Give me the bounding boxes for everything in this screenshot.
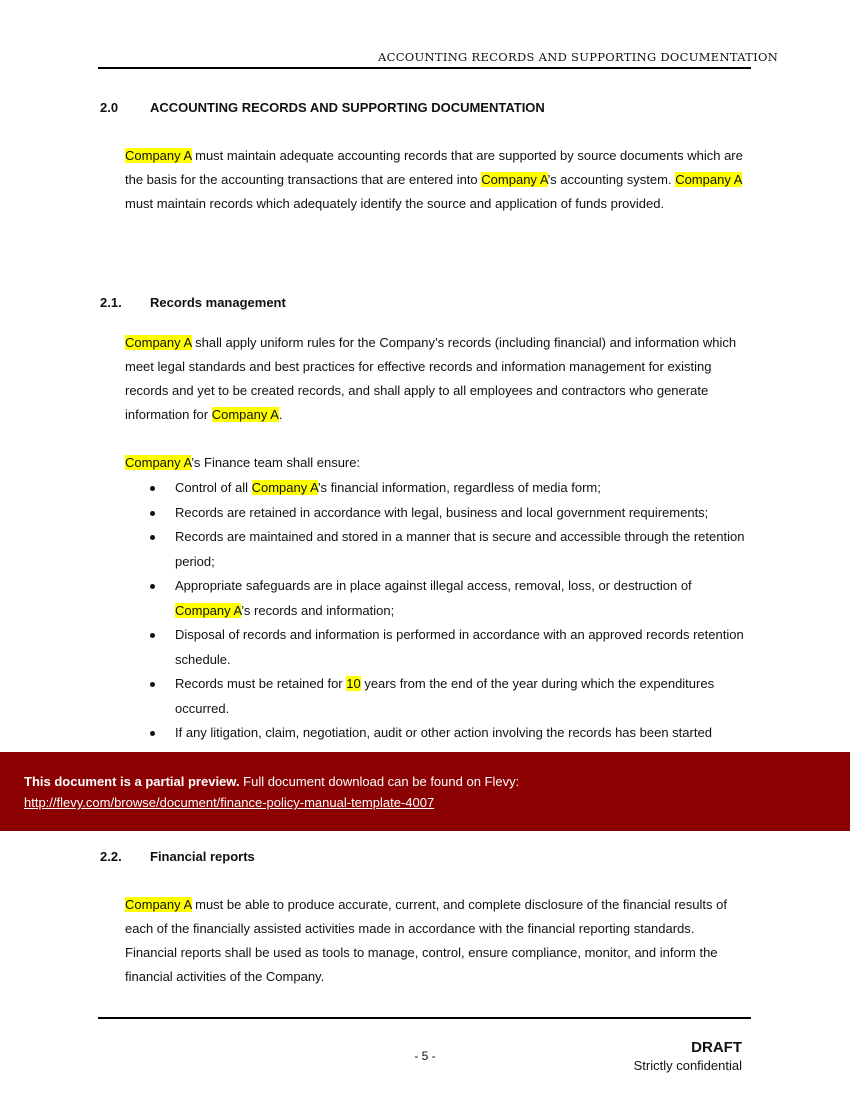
section-title: Financial reports [150, 849, 255, 864]
finance-duties-list: Control of all Company A’s financial inf… [150, 476, 750, 746]
section-number: 2.2. [100, 849, 122, 864]
preview-notice-bold: This document is a partial preview. [24, 774, 240, 789]
confidential-label: Strictly confidential [633, 1058, 742, 1073]
text-run: Records are retained in accordance with … [175, 504, 709, 520]
bullet-icon [150, 510, 155, 516]
text-run: Disposal of records and information is p… [175, 627, 744, 667]
text-run: If any litigation, claim, negotiation, a… [175, 725, 712, 740]
section-number: 2.0 [100, 100, 119, 115]
text-run: Appropriate safeguards are in place agai… [175, 578, 692, 593]
list-item: If any litigation, claim, negotiation, a… [150, 721, 750, 746]
text-run: ’s Finance team shall ensure: [191, 455, 361, 470]
list-item: Records must be retained for 10 years fr… [150, 672, 750, 721]
section-2-1-intro: Company A’s Finance team shall ensure: [125, 451, 750, 475]
text-run: ’s records and information; [241, 602, 395, 618]
text-run: Records must be retained for [175, 676, 347, 691]
list-item: Appropriate safeguards are in place agai… [150, 574, 750, 623]
section-2-1-heading: 2.1. Records management [100, 295, 286, 310]
download-link[interactable]: http://flevy.com/browse/document/finance… [24, 795, 434, 810]
highlighted-text: Company A [125, 455, 192, 470]
text-run: Control of all [175, 480, 252, 495]
text-run: ’s accounting system. [547, 172, 676, 187]
text-run: ’s financial information, regardless of … [317, 480, 601, 495]
list-item: Records are maintained and stored in a m… [150, 525, 750, 574]
header-rule [98, 67, 751, 69]
highlighted-text: 10 [346, 676, 361, 691]
preview-banner: This document is a partial preview. Full… [0, 752, 850, 831]
list-item: Disposal of records and information is p… [150, 623, 750, 672]
section-2-0-paragraph: Company A must maintain adequate account… [125, 144, 750, 216]
highlighted-text: Company A [675, 172, 742, 187]
section-2-1-paragraph: Company A shall apply uniform rules for … [125, 331, 750, 427]
preview-notice: This document is a partial preview. Full… [24, 774, 519, 789]
highlighted-text: Company A [251, 480, 318, 495]
bullet-icon [150, 584, 155, 589]
text-run: Records are maintained and stored in a m… [175, 529, 745, 569]
section-2-2-heading: 2.2. Financial reports [100, 849, 255, 864]
highlighted-text: Company A [125, 335, 192, 350]
footer-rule [98, 1017, 751, 1019]
bullet-icon [150, 731, 155, 736]
section-title: Records management [150, 295, 286, 310]
preview-notice-text: Full document download can be found on F… [239, 774, 520, 789]
highlighted-text: Company A [125, 897, 192, 912]
draft-label: DRAFT [691, 1039, 742, 1056]
running-header: ACCOUNTING RECORDS AND SUPPORTING DOCUME… [378, 50, 779, 64]
text-run: . [278, 407, 283, 422]
list-item: Control of all Company A’s financial inf… [150, 476, 750, 501]
highlighted-text: Company A [125, 148, 192, 163]
list-item: Records are retained in accordance with … [150, 501, 750, 526]
section-2-2-paragraph: Company A must be able to produce accura… [125, 893, 750, 989]
bullet-icon [150, 633, 155, 638]
section-title: ACCOUNTING RECORDS AND SUPPORTING DOCUME… [150, 100, 545, 115]
section-number: 2.1. [100, 295, 122, 310]
text-run: must maintain records which adequately i… [125, 196, 665, 211]
bullet-icon [150, 486, 155, 491]
section-2-0-heading: 2.0 ACCOUNTING RECORDS AND SUPPORTING DOC… [100, 100, 545, 115]
bullet-icon [150, 682, 155, 687]
highlighted-text: Company A [211, 407, 279, 422]
highlighted-text: Company A [481, 172, 548, 187]
text-run: must be able to produce accurate, curren… [125, 897, 727, 984]
bullet-icon [150, 535, 155, 540]
highlighted-text: Company A [175, 602, 242, 618]
